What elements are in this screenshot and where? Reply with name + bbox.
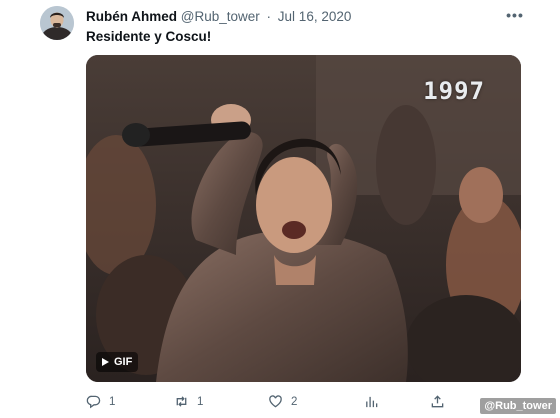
- like-count: 2: [291, 395, 298, 408]
- watermark-text: @Rub_tower: [480, 398, 556, 414]
- separator-dot: ·: [266, 9, 272, 24]
- tweet-header: Rubén Ahmed @Rub_tower · Jul 16, 2020: [86, 9, 351, 24]
- views-icon: [366, 396, 378, 408]
- reply-icon: [86, 395, 101, 409]
- retweet-count: 1: [197, 395, 204, 408]
- gif-badge[interactable]: GIF: [96, 352, 139, 372]
- tweet-actions: 1 1 2: [86, 394, 526, 412]
- user-handle[interactable]: @Rub_tower: [181, 9, 260, 24]
- like-button[interactable]: 2: [268, 394, 297, 409]
- gif-media[interactable]: 1997 GIF: [86, 55, 521, 382]
- tweet-card: Rubén Ahmed @Rub_tower · Jul 16, 2020 ••…: [0, 0, 560, 418]
- play-icon: [102, 358, 109, 366]
- tweet-text: Residente y Coscu!: [86, 29, 212, 44]
- share-icon: [431, 395, 444, 408]
- reply-count: 1: [109, 395, 116, 408]
- more-options-button[interactable]: •••: [505, 7, 525, 23]
- share-button[interactable]: [430, 394, 445, 409]
- reply-button[interactable]: 1: [86, 394, 115, 409]
- year-overlay-text: 1997: [423, 77, 485, 105]
- gif-badge-label: GIF: [114, 356, 133, 368]
- tweet-date[interactable]: Jul 16, 2020: [278, 9, 352, 24]
- display-name[interactable]: Rubén Ahmed: [86, 9, 177, 24]
- avatar[interactable]: [40, 6, 74, 40]
- views-button[interactable]: [364, 394, 379, 409]
- retweet-icon: [176, 396, 187, 407]
- retweet-button[interactable]: 1: [174, 394, 203, 409]
- heart-icon: [269, 395, 282, 408]
